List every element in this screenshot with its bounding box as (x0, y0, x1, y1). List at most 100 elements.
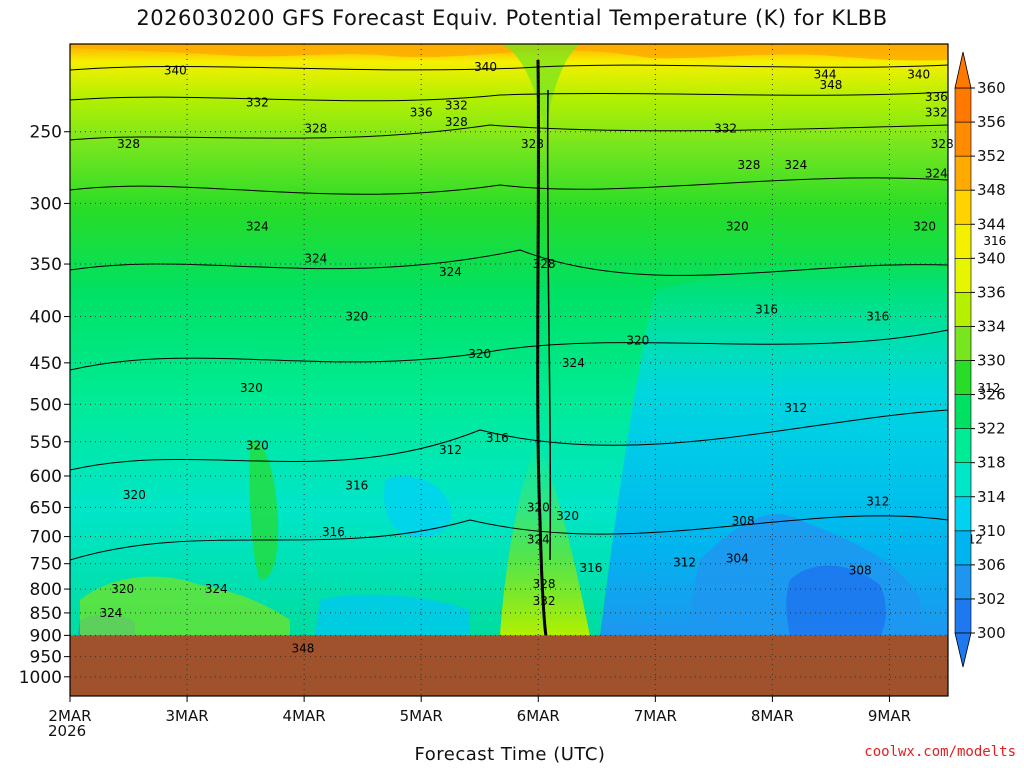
colorbar-tick-label: 344 (977, 215, 1006, 233)
contour-label: 316 (322, 525, 345, 539)
contour-label: 316 (983, 234, 1006, 248)
colorbar-swatch (954, 189, 972, 225)
contour-label: 340 (164, 64, 187, 78)
contour-label: 324 (100, 606, 123, 620)
contour-label: 320 (123, 488, 146, 502)
contour-label: 348 (819, 78, 842, 92)
contour-label: 328 (533, 257, 556, 271)
colorbar-tick-label: 302 (977, 590, 1006, 608)
colorbar-tick-label: 330 (977, 352, 1006, 370)
y-tick-label: 900 (30, 626, 62, 646)
contour-label: 328 (445, 115, 468, 129)
colorbar-min-arrow (954, 632, 972, 668)
contour-label: 328 (521, 137, 544, 151)
contour-label: 312 (866, 494, 889, 508)
contour-label: 320 (111, 582, 134, 596)
contour-label: 308 (849, 563, 872, 577)
colorbar-tick-label: 360 (977, 79, 1006, 97)
contour-label: 324 (246, 219, 269, 233)
colorbar-swatch (954, 258, 972, 293)
contour-label: 340 (474, 60, 497, 74)
contour-label: 316 (579, 561, 602, 575)
colorbar-swatch (954, 496, 972, 532)
x-tick-label: 7MAR (634, 707, 677, 725)
colorbar-tick-label: 352 (977, 147, 1006, 165)
colorbar-swatch (954, 326, 972, 361)
colorbar-tick-label: 340 (977, 249, 1006, 267)
contour-label: 328 (304, 122, 327, 136)
contour-label: 320 (246, 438, 269, 452)
contour-label: 316 (345, 479, 368, 493)
contour-label: 324 (562, 356, 585, 370)
x-tick-label: 5MAR (400, 707, 443, 725)
contour-label: 320 (240, 381, 263, 395)
colorbar-tick-label: 348 (977, 181, 1006, 199)
y-tick-label: 550 (30, 433, 62, 453)
colorbar-tick-label: 326 (977, 386, 1006, 404)
contour-label: 336 (410, 105, 433, 119)
y-tick-label: 1000 (19, 668, 62, 688)
contour-label: 320 (726, 219, 749, 233)
colorbar-tick-label: 310 (977, 522, 1006, 540)
contour-label: 324 (205, 582, 228, 596)
colorbar-swatch (954, 598, 972, 634)
contour-label: 328 (533, 577, 556, 591)
contour-label: 332 (714, 122, 737, 136)
contour-label: 320 (527, 500, 550, 514)
colorbar-swatch (954, 223, 972, 259)
y-tick-label: 600 (30, 467, 62, 487)
contour-label: 324 (925, 166, 948, 180)
y-tick-label: 300 (30, 194, 62, 214)
contour-label: 316 (755, 303, 778, 317)
contour-label: 340 (907, 67, 930, 81)
x-tick-label: 6MAR (517, 707, 560, 725)
contour-label: 348 (292, 641, 315, 655)
contour-label: 320 (345, 310, 368, 324)
colorbar-swatch (954, 155, 972, 191)
y-axis: 2503003504004505005506006507007508008509… (19, 123, 70, 688)
contour-label: 320 (913, 219, 936, 233)
y-tick-label: 250 (30, 123, 62, 143)
credit-link[interactable]: coolwx.com/modelts (864, 744, 1016, 760)
colorbar-tick-label: 334 (977, 317, 1006, 335)
contour-label: 336 (925, 90, 948, 104)
contour-label: 332 (445, 99, 468, 113)
colorbar-tick-label: 318 (977, 454, 1006, 472)
theta-e-field (70, 44, 948, 637)
colorbar-swatch (954, 394, 972, 429)
colorbar: 3003023063103143183223263303343363403443… (954, 51, 1006, 668)
colorbar-tick-label: 300 (977, 624, 1006, 642)
contour-label: 312 (784, 401, 807, 415)
contour-label: 332 (533, 594, 556, 608)
colorbar-swatch (954, 121, 972, 157)
y-tick-label: 950 (30, 648, 62, 668)
x-axis-year-label: 2026 (48, 722, 87, 740)
contour-label: 328 (931, 137, 954, 151)
contour-label: 312 (439, 443, 462, 457)
y-tick-label: 500 (30, 395, 62, 415)
y-tick-label: 750 (30, 555, 62, 575)
contour-label: 324 (784, 158, 807, 172)
colorbar-swatch (954, 360, 972, 395)
y-tick-label: 350 (30, 255, 62, 275)
contour-label: 324 (439, 265, 462, 279)
y-tick-label: 700 (30, 528, 62, 548)
x-tick-label: 9MAR (868, 707, 911, 725)
colorbar-swatch (954, 564, 972, 600)
contour-label: 320 (626, 333, 649, 347)
y-tick-label: 650 (30, 498, 62, 518)
y-tick-label: 400 (30, 308, 62, 328)
contour-label: 312 (673, 556, 696, 570)
colorbar-tick-label: 306 (977, 556, 1006, 574)
y-tick-label: 800 (30, 580, 62, 600)
colorbar-max-arrow (954, 51, 972, 89)
colorbar-tick-label: 356 (977, 113, 1006, 131)
colorbar-tick-label: 314 (977, 488, 1006, 506)
contour-label: 316 (866, 310, 889, 324)
contour-label: 324 (304, 251, 327, 265)
cross-section-chart: 348340 340344348340332 3323363323363323283… (19, 43, 1006, 725)
y-tick-label: 850 (30, 604, 62, 624)
contour-label: 328 (117, 137, 140, 151)
ground-area (70, 635, 948, 696)
colorbar-swatch (954, 462, 972, 498)
